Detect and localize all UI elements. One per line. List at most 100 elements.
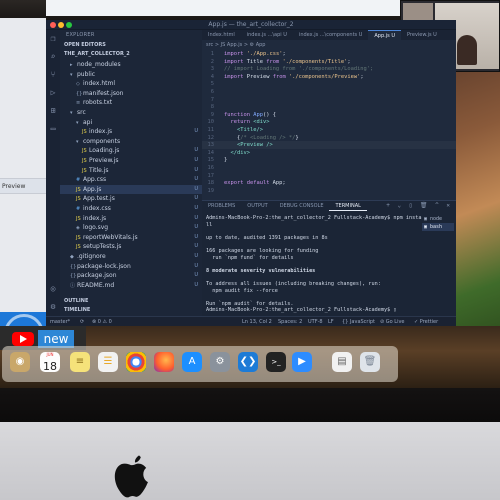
git-status-badge: U [194, 128, 198, 135]
git-status-badge: U [194, 281, 198, 288]
file-tree-item[interactable]: JS Preview.js U [60, 156, 202, 165]
file-name: robots.txt [83, 99, 113, 107]
file-name: node_modules [77, 61, 121, 68]
chrome-app-icon[interactable] [126, 352, 146, 372]
document-icon[interactable]: ▤ [332, 352, 352, 372]
account-icon[interactable]: ◎ [48, 284, 58, 294]
editor-tab[interactable]: index.js ...\api U [241, 30, 293, 40]
code-line[interactable]: 19 [202, 187, 456, 195]
file-tree-item[interactable]: ◇ index.html [60, 79, 202, 88]
file-tree-item[interactable]: JS Title.js U [60, 166, 202, 175]
calendar-app-icon[interactable]: JUN 18 [40, 352, 60, 373]
file-tree-item[interactable]: JS setupTests.js U [60, 242, 202, 251]
project-folder[interactable]: THE_ART_COLLECTOR_2 [64, 51, 130, 57]
explorer-header: EXPLORER [66, 32, 95, 38]
panel-actions[interactable]: + ⌄ ▯ 🗑 ^ ✕ [386, 202, 452, 209]
monitor-chin [0, 422, 500, 500]
prettier-status[interactable]: ✓ Prettier [414, 317, 438, 326]
panel-tab[interactable]: OUTPUT [241, 201, 273, 211]
panel-tab[interactable]: PROBLEMS [202, 201, 241, 211]
file-tree-item[interactable]: JS Loading.js U [60, 146, 202, 155]
file-tree-item[interactable]: {}manifest.json [60, 89, 202, 98]
git-status-badge: U [194, 224, 198, 231]
search-icon[interactable]: ⌕ [48, 52, 58, 62]
reminders-app-icon[interactable]: ☰ [98, 352, 118, 372]
git-status-badge: U [194, 272, 198, 279]
git-status-badge: U [194, 185, 198, 192]
run-debug-icon[interactable]: ▷ [48, 88, 58, 98]
editor-pane: Index.html index.js ...\api Uindex.js ...… [202, 30, 456, 200]
file-tree-item[interactable]: ◆ .gitignore U [60, 252, 202, 261]
line-ending[interactable]: LF [328, 317, 334, 326]
status-bar: master* ⟳ ⊗ 0 ⚠ 0 Ln 13, Col 2 Spaces: 2… [46, 316, 456, 326]
file-name: App.js [83, 185, 102, 193]
terminal-app-icon[interactable]: >_ [266, 352, 286, 372]
git-status-badge: U [194, 233, 198, 240]
file-tree-item[interactable]: ▸ node_modules [60, 60, 202, 69]
video-participant [457, 35, 477, 65]
file-tree-item[interactable]: # App.css U [60, 175, 202, 184]
file-tree-item[interactable]: ◈ logo.svg U [60, 223, 202, 232]
file-tree-item[interactable]: {}package.json U [60, 271, 202, 280]
file-tree-item[interactable]: JS App.test.js U [60, 194, 202, 203]
file-tree-item[interactable]: JS reportWebVitals.js U [60, 233, 202, 242]
timeline-section[interactable]: TIMELINE [64, 307, 90, 313]
file-encoding[interactable]: UTF-8 [308, 317, 323, 326]
background-window-top [46, 0, 400, 16]
editor-tab[interactable]: Index.html [202, 30, 241, 40]
file-name: reportWebVitals.js [83, 233, 138, 241]
git-status-badge: U [194, 157, 198, 163]
file-tree-item[interactable]: ▾ components [60, 137, 202, 146]
firefox-app-icon[interactable] [154, 352, 174, 372]
git-status-badge: U [194, 205, 198, 211]
file-name: package.json [77, 272, 117, 280]
file-tree-item[interactable]: JS index.js U [60, 214, 202, 223]
file-tree-item[interactable]: ▾ src [60, 108, 202, 117]
file-tree-item[interactable]: ≡ robots.txt [60, 98, 202, 107]
file-tree-item[interactable]: JS index.js U [60, 127, 202, 136]
file-name: index.js [89, 128, 113, 136]
editor-tab[interactable]: App.js U [368, 30, 401, 40]
terminal-instance[interactable]: ▣ bash [422, 223, 454, 231]
youtube-logo-icon[interactable] [12, 332, 34, 346]
file-name: App.css [83, 176, 107, 184]
zoom-app-icon[interactable]: ▶ [292, 352, 312, 372]
go-live-button[interactable]: ⊘ Go Live [380, 317, 405, 326]
source-control-icon[interactable]: ⑂ [48, 70, 58, 80]
open-editors-section[interactable]: OPEN EDITORS [64, 42, 106, 48]
problems-count[interactable]: ⊗ 0 ⚠ 0 [92, 317, 112, 326]
photos-app-icon[interactable]: ◉ [10, 352, 30, 372]
extensions-icon[interactable]: ⊞ [48, 106, 58, 116]
file-tree-item[interactable]: # index.css U [60, 204, 202, 213]
panel-tab[interactable]: DEBUG CONSOLE [274, 201, 330, 211]
app-store-icon[interactable]: A [182, 352, 202, 372]
background-browser-window: Preview [0, 18, 46, 354]
trash-icon[interactable]: 🗑 [360, 352, 380, 372]
remote-explorer-icon[interactable]: ▭ [48, 124, 58, 134]
editor-tab[interactable]: Preview.js U [401, 30, 443, 40]
settings-gear-icon[interactable]: ⚙ [48, 302, 58, 312]
explorer-files-icon[interactable]: ❐ [48, 34, 58, 44]
editor-tab[interactable]: index.js ...\components U [293, 30, 368, 40]
system-preferences-icon[interactable]: ⚙ [210, 352, 230, 372]
vscode-app-icon[interactable]: ❮❯ [238, 352, 258, 372]
editor-tabs: Index.html index.js ...\api Uindex.js ...… [202, 30, 456, 40]
file-tree-item[interactable]: ▾ public [60, 70, 202, 79]
sync-icon[interactable]: ⟳ [80, 317, 84, 326]
notes-app-icon[interactable]: ≡ [70, 352, 90, 372]
git-branch[interactable]: master* [50, 317, 70, 326]
cursor-position[interactable]: Ln 13, Col 2 [242, 317, 272, 326]
file-name: Loading.js [89, 147, 120, 155]
terminal-instance[interactable]: ▣ node [422, 215, 454, 223]
breadcrumb[interactable]: src > JS App.js > ⚙ App [206, 42, 265, 48]
activity-bar: ❐ ⌕ ⑂ ▷ ⊞ ▭ ◎ ⚙ [46, 30, 60, 316]
indent-spaces[interactable]: Spaces: 2 [278, 317, 302, 326]
file-name: Preview.js [89, 157, 119, 164]
file-tree-item[interactable]: JS App.js U [60, 184, 202, 194]
file-tree-item[interactable]: ⓘ README.md U [60, 281, 202, 290]
file-tree-item[interactable]: {}package-lock.json U [60, 262, 202, 271]
outline-section[interactable]: OUTLINE [64, 298, 88, 304]
file-tree-item[interactable]: ▾ api [60, 118, 202, 127]
language-mode[interactable]: {} JavaScript [342, 317, 375, 326]
panel-tab[interactable]: TERMINAL [329, 201, 367, 211]
